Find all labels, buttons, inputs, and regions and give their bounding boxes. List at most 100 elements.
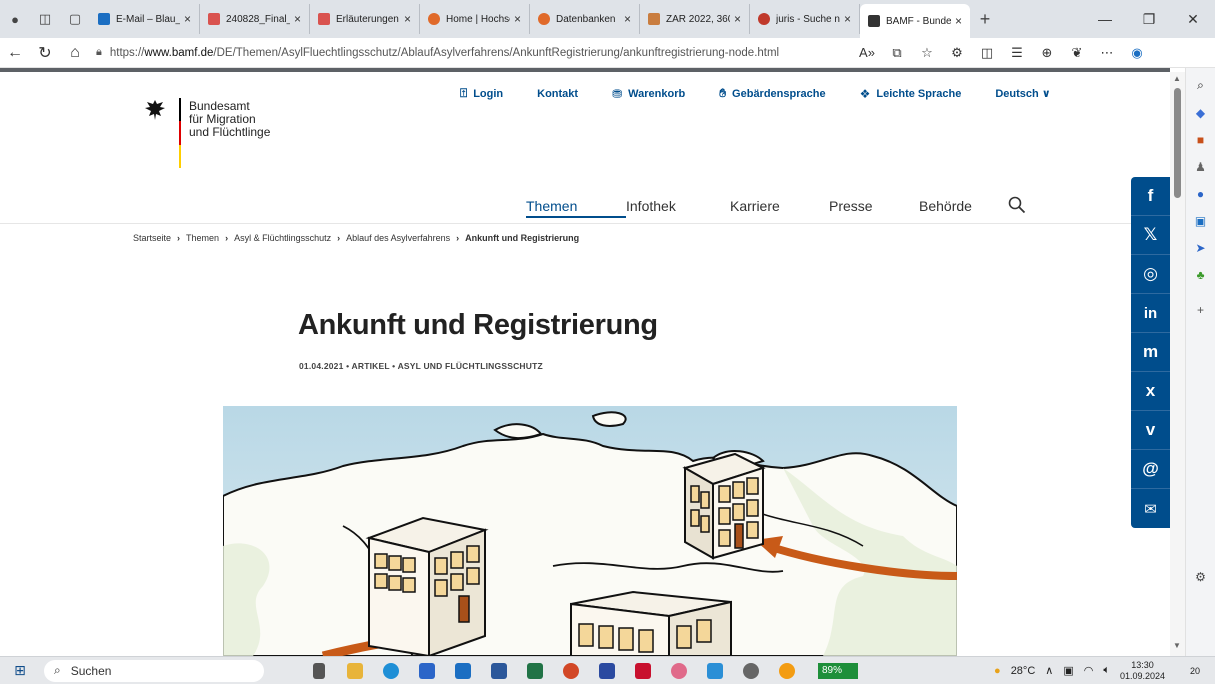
x-twitter-icon[interactable]: 𝕏 <box>1131 216 1170 255</box>
leichte-sprache-link[interactable]: ❖ Leichte Sprache <box>860 86 962 101</box>
favorites-list-icon[interactable]: ☰ <box>1002 45 1032 61</box>
sidebar-tools-icon[interactable]: ■ <box>1190 126 1212 153</box>
browser-tab[interactable]: juris - Suche na × <box>750 4 860 34</box>
breadcrumb-link[interactable]: Ablauf des Asylverfahrens <box>346 233 450 243</box>
url-field[interactable]: 🔒︎ https://www.bamf.de/DE/Themen/AsylFlu… <box>96 41 816 65</box>
gebaerdensprache-link[interactable]: ✋︎ Gebärdensprache <box>719 86 825 101</box>
page-scrollbar[interactable]: ▲ ▼ <box>1170 72 1185 656</box>
battery-indicator[interactable]: 89% <box>818 662 858 679</box>
tab-close-icon[interactable]: × <box>294 12 301 26</box>
mastodon-icon[interactable]: m <box>1131 333 1170 372</box>
minimize-icon[interactable]: — <box>1083 11 1127 28</box>
warenkorb-link[interactable]: ⛃ Warenkorb <box>612 86 685 101</box>
powerpoint-icon[interactable] <box>556 660 586 682</box>
weather-icon[interactable]: ● <box>994 665 1001 677</box>
temperature[interactable]: 28°C <box>1011 665 1036 677</box>
settings-gear-icon[interactable] <box>736 660 766 682</box>
sidebar-settings-icon[interactable]: ⚙ <box>1190 563 1212 590</box>
tab-actions-icon[interactable]: ▢ <box>60 4 90 34</box>
read-aloud-icon[interactable]: A» <box>852 45 882 60</box>
breadcrumb-link[interactable]: Asyl & Flüchtlingsschutz <box>234 233 331 243</box>
edge-icon[interactable] <box>376 660 406 682</box>
sidebar-add-icon[interactable]: + <box>1190 296 1212 323</box>
search-icon[interactable] <box>1008 196 1026 214</box>
threads-icon[interactable]: @ <box>1131 450 1170 489</box>
language-select[interactable]: Deutsch ∨ <box>995 86 1050 101</box>
browser-tab-active[interactable]: BAMF - Bundes × <box>860 4 970 38</box>
breadcrumb-link[interactable]: Themen <box>186 233 219 243</box>
tab-close-icon[interactable]: × <box>955 14 962 28</box>
performance-icon[interactable]: ❦ <box>1062 45 1092 61</box>
tray-app-icon[interactable]: ▣ <box>1063 664 1073 677</box>
browser-tab[interactable]: Erläuterungen × <box>310 4 420 34</box>
browser-tab[interactable]: Home | Hochsch × <box>420 4 530 34</box>
tab-close-icon[interactable]: × <box>734 12 741 26</box>
split-screen-icon[interactable]: ◫ <box>972 45 1002 61</box>
lock-icon[interactable]: 🔒︎ <box>96 46 102 59</box>
login-link[interactable]: ⍐ Login <box>460 86 503 101</box>
email-share-icon[interactable]: ✉ <box>1131 489 1170 528</box>
word-icon[interactable] <box>484 660 514 682</box>
browser-tab[interactable]: Datenbanken × <box>530 4 640 34</box>
tab-close-icon[interactable]: × <box>184 12 191 26</box>
breadcrumb-link[interactable]: Startseite <box>133 233 171 243</box>
bamf-logo[interactable]: Bundesamt für Migration und Flüchtlinge <box>143 98 270 168</box>
browser-tab[interactable]: E-Mail – Blau_S × <box>90 4 200 34</box>
volume-icon[interactable]: 🔈︎ <box>1103 664 1110 677</box>
home-icon[interactable]: ⌂ <box>60 44 90 62</box>
mail-icon[interactable] <box>448 660 478 682</box>
nav-presse[interactable]: Presse <box>829 198 919 218</box>
sidebar-shopping-icon[interactable]: ◆ <box>1190 99 1212 126</box>
new-tab-button[interactable]: + <box>970 9 1000 30</box>
app-l-icon[interactable] <box>592 660 622 682</box>
scroll-up-icon[interactable]: ▲ <box>1173 74 1181 83</box>
back-icon[interactable]: ← <box>0 44 30 62</box>
reload-icon[interactable]: ↻ <box>30 43 60 63</box>
favorite-star-icon[interactable]: ☆ <box>912 45 942 61</box>
copilot-icon[interactable]: ◉ <box>1122 45 1152 61</box>
immersive-reader-icon[interactable]: ⧉ <box>882 45 912 61</box>
taskbar-search[interactable]: ⌕ Suchen <box>44 659 264 682</box>
nav-infothek[interactable]: Infothek <box>626 198 730 218</box>
kontakt-link[interactable]: Kontakt <box>537 86 578 101</box>
scroll-down-icon[interactable]: ▼ <box>1173 641 1181 650</box>
browser-tab[interactable]: ZAR 2022, 360 × <box>640 4 750 34</box>
photos-icon[interactable] <box>700 660 730 682</box>
network-icon[interactable]: ◠ <box>1084 664 1094 677</box>
sidebar-office-icon[interactable]: ● <box>1190 180 1212 207</box>
tab-close-icon[interactable]: × <box>624 12 631 26</box>
sidebar-tree-icon[interactable]: ♣ <box>1190 261 1212 288</box>
profile-icon[interactable]: ● <box>0 4 30 34</box>
tray-expand-icon[interactable]: ∧ <box>1045 664 1053 677</box>
extensions-icon[interactable]: ⚙ <box>942 45 972 61</box>
sidebar-search-icon[interactable]: ⌕ <box>1190 72 1212 99</box>
snipping-icon[interactable] <box>664 660 694 682</box>
nav-behoerde[interactable]: Behörde <box>919 198 1007 218</box>
notification-center-icon[interactable]: 20 <box>1185 661 1205 681</box>
browser-tab[interactable]: 240828_Final_Pl × <box>200 4 310 34</box>
app-orange-icon[interactable] <box>772 660 802 682</box>
task-view-icon[interactable] <box>304 660 334 682</box>
instagram-icon[interactable]: ◎ <box>1131 255 1170 294</box>
close-window-icon[interactable]: ✕ <box>1171 11 1215 28</box>
collections-icon[interactable]: ⊕ <box>1032 45 1062 61</box>
linkedin-icon[interactable]: in <box>1131 294 1170 333</box>
sidebar-send-icon[interactable]: ➤ <box>1190 234 1212 261</box>
workspaces-icon[interactable]: ◫ <box>30 4 60 34</box>
sidebar-outlook-icon[interactable]: ▣ <box>1190 207 1212 234</box>
vimeo-icon[interactable]: v <box>1131 411 1170 450</box>
scrollbar-thumb[interactable] <box>1174 88 1181 198</box>
excel-icon[interactable] <box>520 660 550 682</box>
nav-themen[interactable]: Themen <box>526 198 626 218</box>
file-explorer-icon[interactable] <box>340 660 370 682</box>
facebook-icon[interactable]: f <box>1131 177 1170 216</box>
tab-close-icon[interactable]: × <box>404 12 411 26</box>
xing-icon[interactable]: x <box>1131 372 1170 411</box>
tab-close-icon[interactable]: × <box>514 12 521 26</box>
store-icon[interactable] <box>412 660 442 682</box>
sidebar-games-icon[interactable]: ♟ <box>1190 153 1212 180</box>
clock[interactable]: 13:30 01.09.2024 <box>1120 660 1175 682</box>
mcafee-icon[interactable] <box>628 660 658 682</box>
windows-start-icon[interactable]: ⊞ <box>0 662 40 679</box>
nav-karriere[interactable]: Karriere <box>730 198 829 218</box>
